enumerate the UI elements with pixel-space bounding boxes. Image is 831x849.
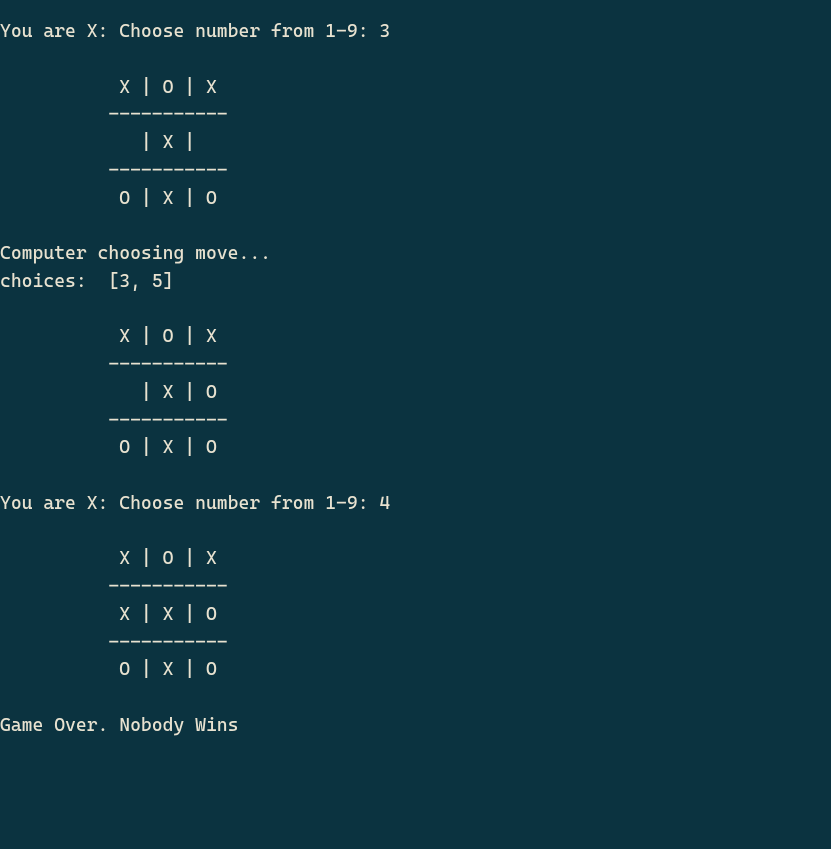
board-1: X | O | X ----------- | X | ----------- …: [0, 77, 228, 209]
game-over-line: Game Over. Nobody Wins: [0, 715, 238, 736]
choices-label: choices:: [0, 271, 108, 292]
terminal-output: You are X: Choose number from 1-9: 3 X |…: [0, 0, 831, 740]
computer-move-line: Computer choosing move...: [0, 243, 271, 264]
prompt-line-2-prefix: You are X: Choose number from 1-9:: [0, 493, 379, 514]
board-3: X | O | X ----------- X | X | O --------…: [0, 548, 228, 680]
choices-value: [3, 5]: [108, 271, 173, 292]
prompt-line-1-prefix: You are X: Choose number from 1-9:: [0, 21, 379, 42]
board-2: X | O | X ----------- | X | O ----------…: [0, 326, 228, 458]
prompt-line-2-input[interactable]: 4: [379, 493, 390, 514]
prompt-line-1-input[interactable]: 3: [379, 21, 390, 42]
